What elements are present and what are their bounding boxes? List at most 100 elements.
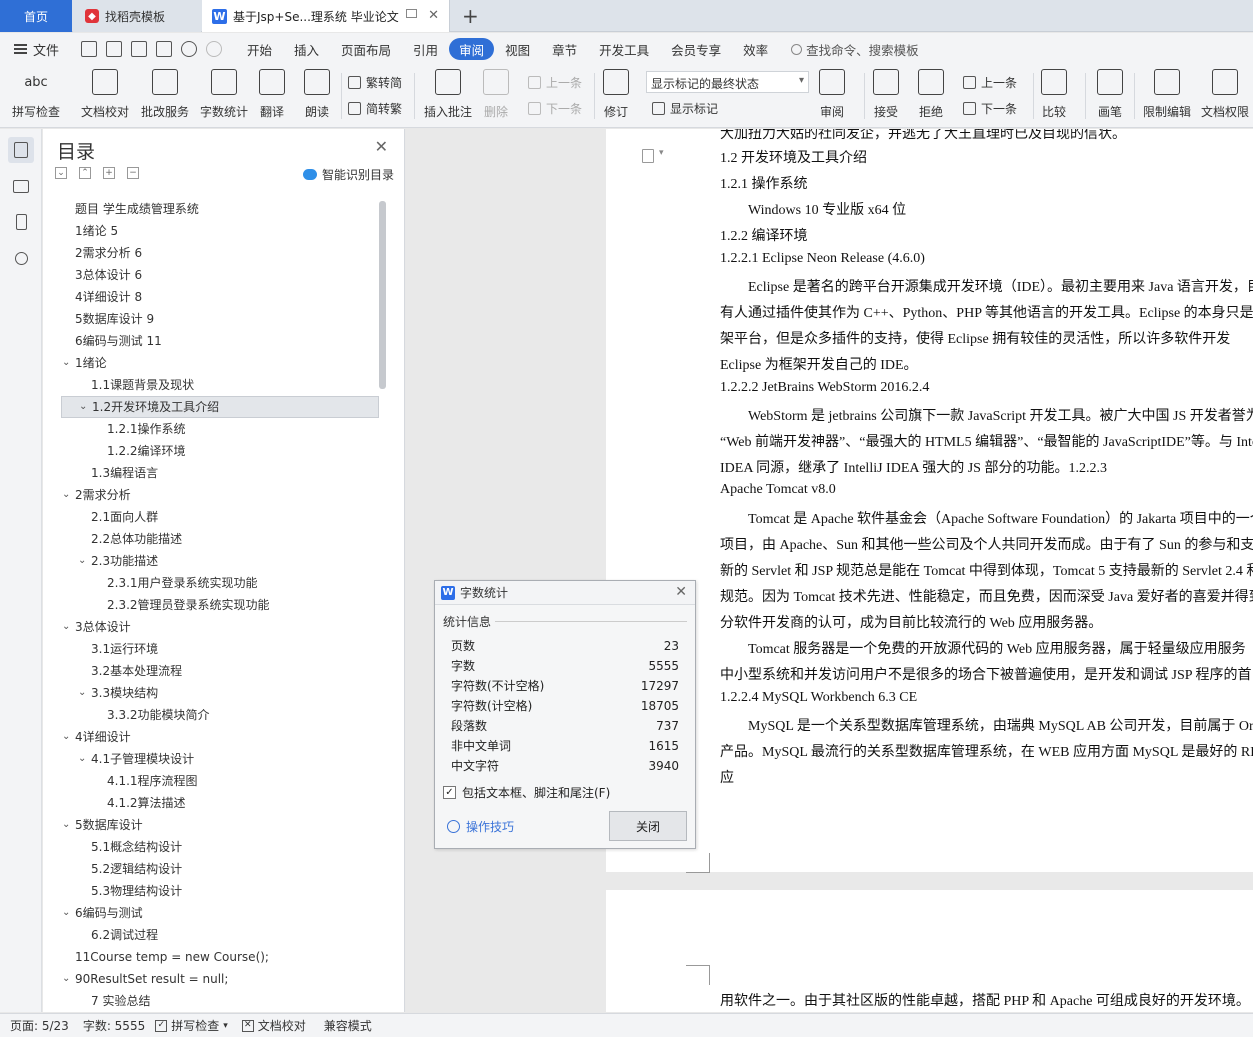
paragraph-doc-icon[interactable] <box>642 149 654 163</box>
menu-section[interactable]: 章节 <box>541 38 588 60</box>
redo-icon[interactable] <box>206 41 222 57</box>
tab-home[interactable]: 首页 <box>0 0 72 32</box>
insert-comment-button[interactable]: 插入批注 <box>424 69 472 120</box>
close-icon[interactable]: ✕ <box>675 584 687 600</box>
spellcheck-button[interactable]: abc 拼写检查 <box>12 69 60 120</box>
chevron-down-icon[interactable]: ⌄ <box>62 352 70 374</box>
print-preview-icon[interactable] <box>156 41 172 57</box>
menu-insert[interactable]: 插入 <box>283 38 330 60</box>
print-icon[interactable] <box>131 41 147 57</box>
proofread-button[interactable]: 文档校对 <box>81 69 129 120</box>
toc-item[interactable]: 6.2调试过程 <box>61 924 379 946</box>
reject-button[interactable]: 拒绝 <box>918 69 944 120</box>
menu-efficiency[interactable]: 效率 <box>732 38 779 60</box>
tab-document[interactable]: W 基于Jsp+Se...理系统 毕业论文 ✕ <box>202 0 450 32</box>
chevron-down-icon[interactable]: ⌄ <box>62 814 70 836</box>
toc-item[interactable]: ⌄ 5数据库设计 <box>61 814 379 836</box>
chevron-down-icon[interactable]: ⌄ <box>78 748 86 770</box>
pen-button[interactable]: 画笔 <box>1097 69 1123 120</box>
toc-item[interactable]: ⌄ 2需求分析 <box>61 484 379 506</box>
word-count-indicator[interactable]: 字数: 5555 <box>83 1017 145 1034</box>
toc-item[interactable]: 2.1面向人群 <box>61 506 379 528</box>
save-icon[interactable] <box>81 41 97 57</box>
menu-layout[interactable]: 页面布局 <box>330 38 402 60</box>
toc-toggle-button[interactable] <box>8 137 34 163</box>
markup-state-select[interactable]: 显示标记的最终状态 <box>646 71 809 93</box>
close-icon[interactable]: ✕ <box>375 137 388 156</box>
trad-to-simp-button[interactable]: 繁转简 <box>348 74 402 91</box>
toc-item[interactable]: 5数据库设计 9 <box>61 308 379 330</box>
translate-button[interactable]: 翻译 <box>259 69 285 120</box>
spellcheck-status[interactable]: ✓ 拼写检查 ▾ <box>155 1017 228 1034</box>
tips-link[interactable]: 操作技巧 <box>447 818 514 835</box>
bookmark-button[interactable] <box>8 209 34 235</box>
track-changes-button[interactable]: 修订 <box>603 69 629 120</box>
chevron-down-icon[interactable]: ⌄ <box>62 968 70 990</box>
doc-permission-button[interactable]: 文档权限 <box>1201 69 1249 120</box>
toc-item[interactable]: ⌄ 3总体设计 <box>61 616 379 638</box>
toc-item[interactable]: 5.3物理结构设计 <box>61 880 379 902</box>
chevron-down-icon[interactable]: ⌄ <box>79 397 87 417</box>
next-change-button[interactable]: 下一条 <box>963 100 1017 117</box>
toc-item[interactable]: 1.2.1操作系统 <box>61 418 379 440</box>
chevron-down-icon[interactable]: ⌄ <box>62 726 70 748</box>
delete-comment-button[interactable]: 删除 <box>483 69 509 120</box>
toc-item[interactable]: ⌄ 6编码与测试 <box>61 902 379 924</box>
toc-item[interactable]: 5.1概念结构设计 <box>61 836 379 858</box>
tab-template[interactable]: ◆ 找稻壳模板 <box>73 0 201 32</box>
toc-item[interactable]: 1.2.2编译环境 <box>61 440 379 462</box>
undo-icon[interactable] <box>181 41 197 57</box>
chevron-down-icon[interactable]: ▾ <box>659 148 664 158</box>
toc-item[interactable]: ⌄ 1绪论 <box>61 352 379 374</box>
toc-item[interactable]: ⌄ 90ResultSet result = null; <box>61 968 379 990</box>
proofread-status[interactable]: ✕ 文档校对 <box>241 1017 306 1034</box>
chevron-down-icon[interactable]: ⌄ <box>78 550 86 572</box>
dialog-titlebar[interactable]: W 字数统计 ✕ <box>435 581 695 605</box>
toc-item[interactable]: 3总体设计 6 <box>61 264 379 286</box>
toc-item[interactable]: 1.3编程语言 <box>61 462 379 484</box>
toc-scrollbar[interactable] <box>379 201 386 389</box>
next-comment-button[interactable]: 下一条 <box>528 100 582 117</box>
read-aloud-button[interactable]: 朗读 <box>304 69 330 120</box>
toc-item[interactable]: 2.3.1用户登录系统实现功能 <box>61 572 379 594</box>
new-tab-plus-icon[interactable]: + <box>462 4 479 28</box>
toc-item[interactable]: 2.2总体功能描述 <box>61 528 379 550</box>
toc-item[interactable]: 2.3.2管理员登录系统实现功能 <box>61 594 379 616</box>
minus-icon[interactable]: − <box>127 167 139 179</box>
menu-review[interactable]: 审阅 <box>449 38 495 60</box>
file-menu[interactable]: 文件 <box>0 40 72 59</box>
chevron-down-icon[interactable]: ⌄ <box>62 902 70 924</box>
toc-item[interactable]: 11Course temp = new Course(); <box>61 946 379 968</box>
toc-item[interactable]: 7 实验总结 <box>61 990 379 1012</box>
toc-item[interactable]: 1绪论 5 <box>61 220 379 242</box>
toc-item[interactable]: 3.1运行环境 <box>61 638 379 660</box>
chevron-down-icon[interactable]: ⌄ <box>62 484 70 506</box>
menu-member[interactable]: 会员专享 <box>660 38 732 60</box>
toc-item[interactable]: 4.1.1程序流程图 <box>61 770 379 792</box>
menu-view[interactable]: 视图 <box>494 38 541 60</box>
simp-to-trad-button[interactable]: 简转繁 <box>348 100 402 117</box>
toc-item[interactable]: 3.3.2功能模块简介 <box>61 704 379 726</box>
toc-item[interactable]: 3.2基本处理流程 <box>61 660 379 682</box>
toc-item[interactable]: 4.1.2算法描述 <box>61 792 379 814</box>
toc-item[interactable]: 5.2逻辑结构设计 <box>61 858 379 880</box>
toc-item[interactable]: ⌄ 3.3模块结构 <box>61 682 379 704</box>
page-indicator[interactable]: 页面: 5/23 <box>10 1017 69 1034</box>
toc-item[interactable]: 1.1课题背景及现状 <box>61 374 379 396</box>
plus-icon[interactable]: + <box>103 167 115 179</box>
toc-item[interactable]: 2需求分析 6 <box>61 242 379 264</box>
accept-button[interactable]: 接受 <box>873 69 899 120</box>
prev-comment-button[interactable]: 上一条 <box>528 74 582 91</box>
show-markup-button[interactable]: 显示标记 <box>652 100 718 117</box>
toc-item[interactable]: 4详细设计 8 <box>61 286 379 308</box>
menu-start[interactable]: 开始 <box>236 38 283 60</box>
menu-reference[interactable]: 引用 <box>402 38 449 60</box>
toc-item[interactable]: ⌄ 1.2开发环境及工具介绍 <box>61 396 379 418</box>
smart-toc-button[interactable]: 智能识别目录 <box>302 166 394 183</box>
include-footnotes-checkbox[interactable]: ✓ 包括文本框、脚注和尾注(F) <box>443 784 687 801</box>
tab-restore-icon[interactable] <box>406 9 417 18</box>
wordcount-button[interactable]: 字数统计 <box>200 69 248 120</box>
collapse-up-icon[interactable]: ⌃ <box>79 167 91 179</box>
prev-change-button[interactable]: 上一条 <box>963 74 1017 91</box>
chevron-down-icon[interactable]: ⌄ <box>62 616 70 638</box>
